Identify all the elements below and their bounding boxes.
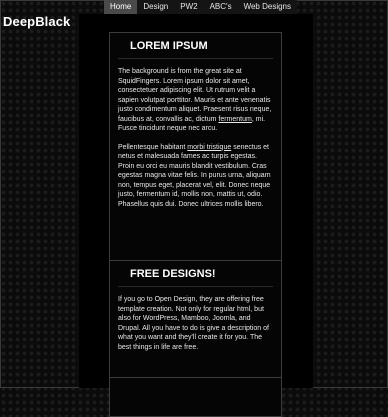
post-free-designs: FREE DESIGNS! If you go to Open Design, … (109, 260, 282, 380)
post-next-partial (109, 377, 282, 417)
nav-pw2[interactable]: PW2 (174, 0, 203, 14)
post-lorem-ipsum: LOREM IPSUM The background is from the g… (109, 32, 282, 264)
site-logo[interactable]: DeepBlack (3, 14, 70, 29)
post-paragraph: The background is from the great site at… (118, 67, 273, 134)
nav-abcs[interactable]: ABC's (204, 0, 238, 14)
post-text: Pellentesque habitant (118, 143, 188, 151)
nav-design[interactable]: Design (137, 0, 174, 14)
post-title: LOREM IPSUM (118, 33, 273, 59)
post-paragraph: Pellentesque habitant morbi tristique se… (118, 143, 273, 210)
morbi-tristique-link[interactable]: morbi tristique (187, 144, 231, 151)
top-nav: Home Design PW2 ABC's Web Designs (104, 0, 298, 14)
post-text: The background is from the great site at… (118, 68, 272, 123)
post-text: senectus et netus et malesuada fames ac … (118, 143, 271, 208)
fermentum-link[interactable]: fermentum (218, 116, 251, 123)
content-column: LOREM IPSUM The background is from the g… (79, 14, 313, 417)
post-title: FREE DESIGNS! (118, 261, 273, 287)
nav-web-designs[interactable]: Web Designs (238, 0, 297, 14)
post-paragraph: If you go to Open Design, they are offer… (118, 296, 269, 351)
nav-home[interactable]: Home (104, 0, 138, 14)
